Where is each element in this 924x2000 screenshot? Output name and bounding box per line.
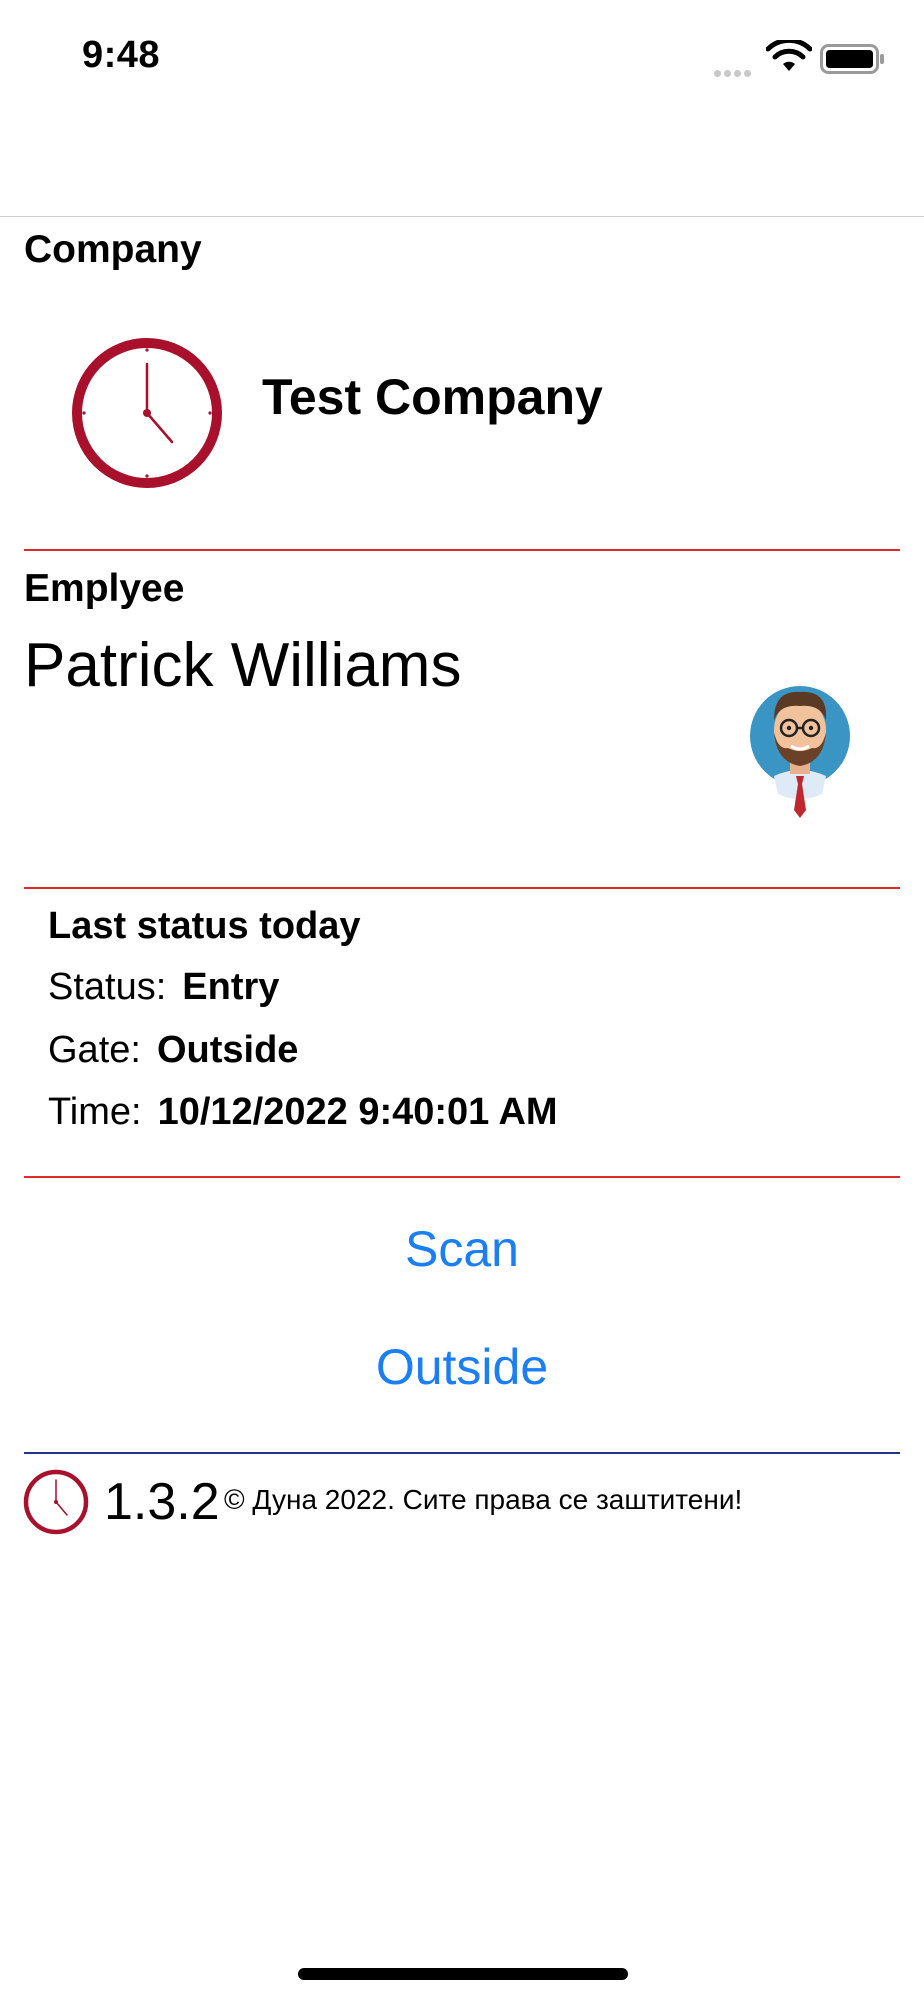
wifi-icon (766, 40, 812, 71)
company-label: Company (24, 228, 202, 271)
battery-icon (820, 44, 884, 74)
time-label: Time: (48, 1091, 142, 1133)
footer-divider (24, 1452, 900, 1454)
clock-logo-icon (23, 1469, 89, 1535)
gate-row: Gate: Outside (48, 1029, 298, 1072)
section-divider (24, 549, 900, 551)
company-name: Test Company (262, 369, 603, 425)
gate-label: Gate: (48, 1029, 141, 1071)
time-value: 10/12/2022 9:40:01 AM (157, 1091, 558, 1133)
home-indicator[interactable] (298, 1968, 628, 1980)
employee-label: Emplyee (24, 567, 185, 610)
clock-logo-icon (72, 338, 222, 488)
signal-icon (714, 64, 754, 82)
outside-button[interactable]: Outside (0, 1338, 924, 1396)
nav-bar-divider (0, 216, 924, 217)
scan-button[interactable]: Scan (0, 1220, 924, 1278)
status-bar-time: 9:48 (82, 34, 161, 76)
section-divider (24, 1176, 900, 1178)
section-divider (24, 887, 900, 889)
employee-name: Patrick Williams (24, 631, 462, 700)
status-label: Status: (48, 966, 167, 1008)
time-row: Time: 10/12/2022 9:40:01 AM (48, 1091, 558, 1134)
app-version: 1.3.2 (104, 1473, 220, 1531)
status-row: Status: Entry (48, 966, 279, 1009)
copyright-text: © Дуна 2022. Сите права се заштитени! (224, 1484, 743, 1515)
status-value: Entry (182, 966, 280, 1008)
employee-avatar-icon (750, 686, 850, 818)
last-status-heading: Last status today (48, 905, 361, 947)
gate-value: Outside (156, 1029, 299, 1071)
